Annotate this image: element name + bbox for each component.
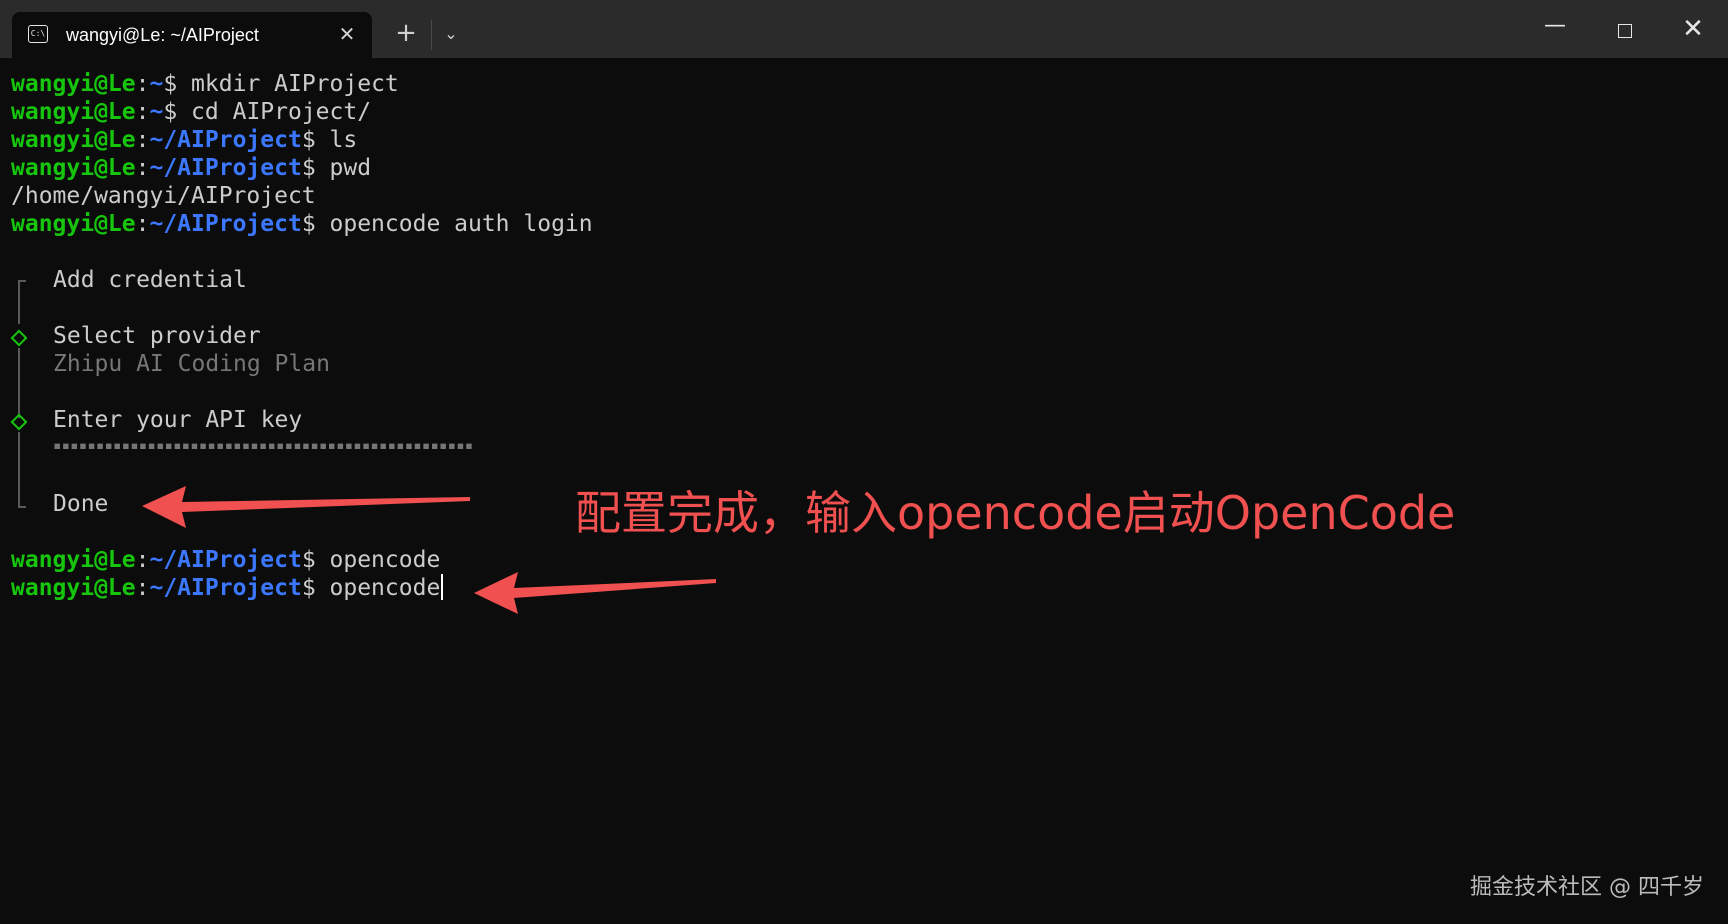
prompt-user: wangyi@Le — [11, 127, 136, 153]
prompt-path: ~/AIProject — [149, 127, 302, 153]
command-text: cd AIProject/ — [177, 99, 372, 125]
tab-separator — [431, 20, 432, 50]
tab-title: wangyi@Le: ~/AIProject — [66, 25, 259, 45]
wizard-rail-corner — [18, 506, 26, 508]
watermark: 掘金技术社区 @ 四千岁 — [1470, 875, 1704, 900]
annotation-text: 配置完成，输入opencode启动OpenCode — [575, 486, 1456, 540]
step-diamond-icon — [10, 413, 28, 431]
prompt-dollar: $ — [301, 575, 316, 601]
api-key-masked: ▪▪▪▪▪▪▪▪▪▪▪▪▪▪▪▪▪▪▪▪▪▪▪▪▪▪▪▪▪▪▪▪▪▪▪▪▪▪▪▪… — [53, 438, 474, 454]
chevron-down-icon[interactable]: ⌄ — [436, 18, 466, 50]
terminal-line: wangyi@Le:~$ cd AIProject/ — [11, 98, 371, 126]
terminal-line: wangyi@Le:~/AIProject$ pwd — [11, 154, 371, 182]
command-text: ls — [315, 127, 358, 153]
prompt-separator: : — [135, 575, 150, 601]
terminal-line: wangyi@Le:~$ mkdir AIProject — [11, 70, 399, 98]
wizard-rail — [18, 432, 20, 508]
prompt-user: wangyi@Le — [11, 547, 136, 573]
prompt-user: wangyi@Le — [11, 71, 136, 97]
minimize-button[interactable]: — — [1532, 10, 1578, 50]
maximize-button[interactable] — [1602, 10, 1648, 50]
wizard-title: Add credential — [53, 267, 247, 293]
prompt-separator: : — [135, 99, 150, 125]
prompt-path: ~ — [149, 71, 164, 97]
prompt-user: wangyi@Le — [11, 211, 136, 237]
select-provider-label: Select provider — [53, 323, 261, 349]
command-text: pwd — [315, 155, 372, 181]
prompt-separator: : — [135, 127, 150, 153]
prompt-path: ~/AIProject — [149, 547, 302, 573]
wizard-rail — [18, 280, 20, 324]
api-key-label: Enter your API key — [53, 407, 303, 433]
prompt-dollar: $ — [301, 547, 316, 573]
terminal-window: C:\ wangyi@Le: ~/AIProject ✕ + ⌄ — ✕ wan… — [0, 0, 1728, 924]
close-button[interactable]: ✕ — [1670, 10, 1716, 50]
prompt-separator: : — [135, 211, 150, 237]
prompt-separator: : — [135, 547, 150, 573]
selected-provider: Zhipu AI Coding Plan — [53, 351, 330, 377]
command-input: opencode — [315, 575, 441, 601]
command-text: opencode — [315, 547, 441, 573]
prompt-dollar: $ — [163, 99, 178, 125]
command-text: mkdir AIProject — [177, 71, 399, 97]
prompt-path: ~/AIProject — [149, 575, 302, 601]
prompt-dollar: $ — [301, 155, 316, 181]
prompt-separator: : — [135, 71, 150, 97]
prompt-path: ~ — [149, 99, 164, 125]
new-tab-button[interactable]: + — [390, 18, 422, 50]
prompt-user: wangyi@Le — [11, 155, 136, 181]
prompt-user: wangyi@Le — [11, 575, 136, 601]
text-cursor — [441, 574, 444, 600]
command-text: opencode auth login — [315, 211, 593, 237]
maximize-icon — [1618, 24, 1632, 38]
terminal-line: wangyi@Le:~/AIProject$ opencode — [11, 546, 440, 574]
prompt-path: ~/AIProject — [149, 155, 302, 181]
prompt-separator: : — [135, 155, 150, 181]
terminal-line: wangyi@Le:~/AIProject$ ls — [11, 126, 357, 154]
tab-close-icon[interactable]: ✕ — [334, 21, 360, 47]
terminal-line-current[interactable]: wangyi@Le:~/AIProject$ opencode — [11, 574, 444, 602]
prompt-dollar: $ — [163, 71, 178, 97]
prompt-user: wangyi@Le — [11, 99, 136, 125]
terminal-icon: C:\ — [28, 25, 48, 43]
tab-active[interactable]: C:\ wangyi@Le: ~/AIProject ✕ — [12, 12, 372, 58]
prompt-dollar: $ — [301, 211, 316, 237]
prompt-path: ~/AIProject — [149, 211, 302, 237]
pwd-output: /home/wangyi/AIProject — [11, 183, 316, 209]
prompt-dollar: $ — [301, 127, 316, 153]
step-diamond-icon — [10, 329, 28, 347]
title-bar: C:\ wangyi@Le: ~/AIProject ✕ + ⌄ — ✕ — [0, 0, 1728, 58]
wizard-done: Done — [53, 491, 109, 517]
terminal-line: wangyi@Le:~/AIProject$ opencode auth log… — [11, 210, 593, 238]
wizard-rail — [18, 348, 20, 418]
